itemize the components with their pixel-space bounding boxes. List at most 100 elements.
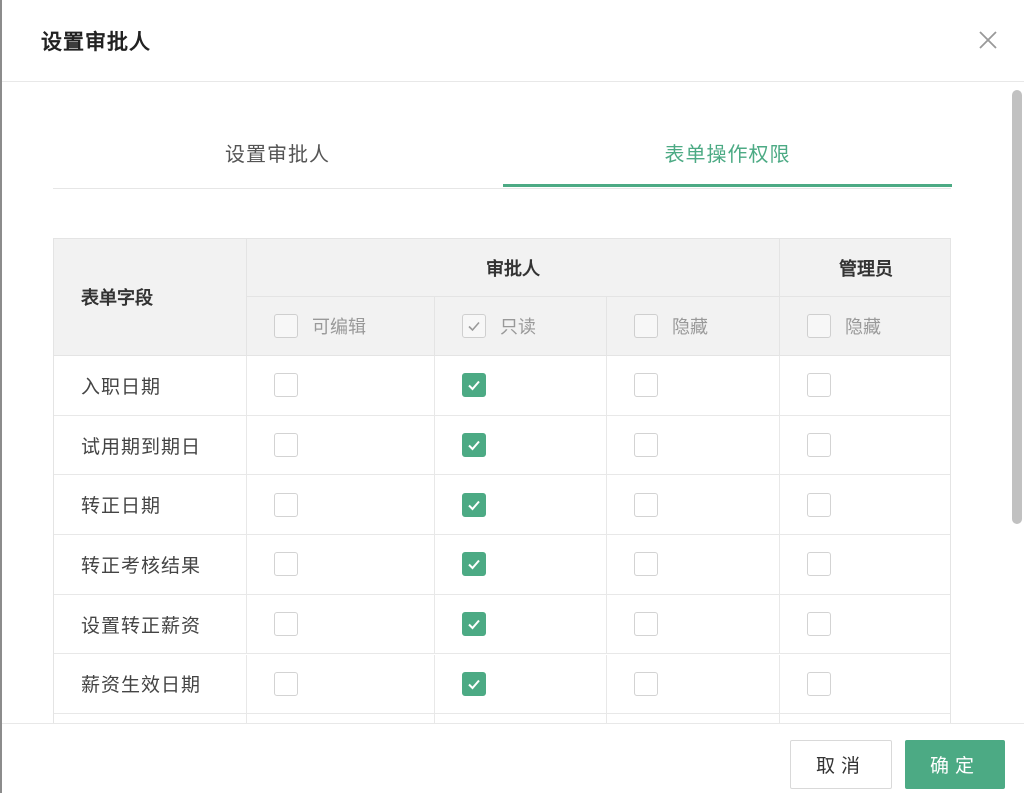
readonly-checkbox[interactable] [462,433,486,458]
readonly-checkbox[interactable] [462,552,486,577]
active-tab-indicator [503,184,952,187]
readonly-cell [435,356,607,416]
check-icon [468,560,480,570]
close-icon[interactable] [976,28,1000,52]
editable-checkbox[interactable] [274,373,298,398]
subheader-hidden: 隐藏 [607,297,780,356]
editable-cell [247,535,435,595]
table-cell-empty [247,714,435,723]
subheader-readonly: 只读 [435,297,607,356]
check-icon [468,321,480,332]
editable-checkbox[interactable] [274,433,298,458]
readonly-cell [435,535,607,595]
admin-hidden-checkbox[interactable] [807,671,831,696]
readonly-cell [435,475,607,536]
approver-group-label: 审批人 [486,258,540,280]
admin-hidden-checkbox[interactable] [807,612,831,637]
hidden-cell [607,475,780,536]
field-name-cell: 薪资生效日期 [54,654,247,715]
subheader-editable-label: 可编辑 [312,317,366,338]
editable-checkbox[interactable] [274,492,298,517]
admin-hidden-checkbox[interactable] [807,433,831,458]
readonly-cell [435,654,607,715]
readonly-checkbox[interactable] [462,671,486,696]
admin_hidden-cell [780,535,950,595]
check-icon [468,381,480,391]
select-all-hidden-checkbox[interactable] [634,314,658,338]
admin-hidden-checkbox[interactable] [807,373,831,398]
confirm-button[interactable]: 确定 [905,740,1005,789]
editable-cell [247,594,435,655]
hidden-checkbox[interactable] [634,671,658,696]
readonly-cell [435,594,607,655]
dialog-title: 设置审批人 [41,30,151,54]
field-name-cell: 设置转正薪资 [54,594,247,655]
select-all-readonly-checkbox[interactable] [462,314,486,338]
tab-bar: 设置审批人 表单操作权限 [53,126,952,189]
permissions-table: 表单字段 审批人 管理员 可编辑 只读 隐藏 隐藏 入职日期试用期到期日 转正日期… [53,238,951,723]
readonly-cell [435,415,607,476]
hidden-checkbox[interactable] [634,552,658,577]
tab-form-permissions[interactable]: 表单操作权限 [503,126,952,188]
cancel-button[interactable]: 取消 [790,740,892,789]
editable-cell [247,415,435,476]
table-cell-empty [780,714,950,723]
hidden-checkbox[interactable] [634,373,658,398]
field-column-header-label: 表单字段 [81,288,153,309]
dialog-footer: 取消 确定 [2,723,1024,793]
admin_hidden-cell [780,356,950,416]
field-name: 转正考核结果 [81,554,202,577]
field-name: 转正日期 [81,495,162,518]
editable-checkbox[interactable] [274,671,298,696]
admin_hidden-cell [780,595,950,655]
check-icon [468,679,480,690]
check-icon [468,619,480,630]
table-cell-empty [607,714,780,723]
field-name: 设置转正薪资 [81,614,202,637]
hidden-checkbox[interactable] [634,612,658,637]
scrollbar-thumb[interactable] [1012,90,1022,524]
admin-hidden-checkbox[interactable] [807,492,831,517]
editable-checkbox[interactable] [274,612,298,637]
admin_hidden-cell [780,475,950,536]
admin-hidden-checkbox[interactable] [807,552,831,577]
readonly-checkbox[interactable] [462,492,486,517]
admin-group-label: 管理员 [839,258,893,280]
editable-cell [247,356,435,416]
field-name: 入职日期 [81,375,162,398]
subheader-readonly-label: 只读 [500,317,536,338]
table-cell-empty [54,714,247,723]
hidden-cell [607,535,780,595]
window-edge [0,0,2,793]
hidden-cell [607,356,780,416]
admin_hidden-cell [780,655,950,715]
subheader-hidden-label: 隐藏 [672,317,708,338]
subheader-admin-hidden: 隐藏 [780,297,950,356]
field-column-header: 表单字段 [54,239,247,356]
subheader-editable: 可编辑 [247,297,435,356]
readonly-checkbox[interactable] [462,612,486,637]
hidden-checkbox[interactable] [634,433,658,458]
editable-cell [247,654,435,715]
hidden-cell [607,594,780,655]
subheader-admin-hidden-label: 隐藏 [845,317,881,338]
field-name: 试用期到期日 [81,435,202,458]
dialog-header: 设置审批人 [2,0,1024,82]
tab-set-approver[interactable]: 设置审批人 [53,126,502,188]
check-icon [468,500,480,511]
hidden-checkbox[interactable] [634,492,658,517]
select-all-editable-checkbox[interactable] [274,314,298,338]
editable-checkbox[interactable] [274,552,298,577]
field-name-cell: 转正日期 [54,475,247,536]
hidden-cell [607,654,780,715]
readonly-checkbox[interactable] [462,373,486,398]
table-cell-empty [435,714,607,723]
admin-group-header: 管理员 [780,239,950,297]
hidden-cell [607,415,780,476]
field-name-cell: 试用期到期日 [54,415,247,476]
check-icon [468,440,480,451]
select-all-admin-hidden-checkbox[interactable] [807,314,831,338]
field-name-cell: 入职日期 [54,356,247,416]
field-name-cell: 转正考核结果 [54,535,247,595]
editable-cell [247,475,435,536]
